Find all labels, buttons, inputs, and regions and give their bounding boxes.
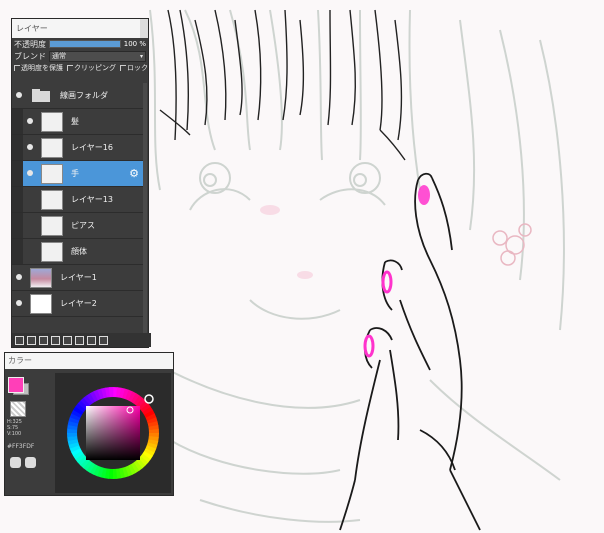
folder-indent bbox=[12, 109, 23, 134]
new-folder-icon[interactable] bbox=[63, 335, 72, 345]
folder-indent bbox=[12, 187, 23, 212]
layer-row-selected[interactable]: 手 ⚙ bbox=[12, 161, 143, 187]
layer-thumbnail bbox=[41, 111, 63, 132]
gear-icon[interactable]: ⚙ bbox=[129, 167, 139, 180]
visibility-toggle[interactable] bbox=[12, 299, 26, 308]
visibility-toggle[interactable] bbox=[23, 117, 37, 126]
eye-icon bbox=[16, 274, 22, 280]
layer-name: ピアス bbox=[71, 221, 95, 230]
blend-label: ブレンド bbox=[14, 51, 46, 61]
folder-indent bbox=[12, 239, 23, 264]
layer-thumbnail bbox=[41, 241, 63, 262]
visibility-toggle[interactable] bbox=[12, 273, 26, 282]
opacity-slider-fill bbox=[50, 41, 120, 47]
eye-icon bbox=[27, 144, 33, 150]
opacity-label: 不透明度 bbox=[14, 39, 46, 49]
eye-icon bbox=[27, 118, 33, 124]
layer-thumbnail bbox=[41, 163, 63, 184]
layer-name: 顔体 bbox=[71, 247, 87, 256]
opacity-value: 100 % bbox=[123, 40, 146, 48]
new-layer-icon[interactable] bbox=[15, 335, 24, 345]
layer-thumbnail bbox=[41, 215, 63, 236]
transparent-color-swatch[interactable] bbox=[10, 401, 26, 417]
layer-row[interactable]: 髪 bbox=[12, 109, 143, 135]
panel-title-tab[interactable] bbox=[140, 19, 148, 38]
layer-row[interactable]: 顔体 bbox=[12, 239, 143, 265]
layer-name: 髪 bbox=[71, 117, 79, 126]
layer-name: レイヤー16 bbox=[71, 143, 113, 152]
hsv-readout: H:325 S:75 V:100 bbox=[7, 419, 22, 437]
visibility-toggle[interactable] bbox=[23, 169, 37, 178]
checkbox-icon bbox=[67, 65, 73, 71]
eye-icon bbox=[16, 92, 22, 98]
visibility-toggle[interactable] bbox=[23, 143, 37, 152]
folder-indent bbox=[12, 161, 23, 186]
delete-layer-icon[interactable] bbox=[99, 335, 108, 345]
layer-row[interactable]: ピアス bbox=[12, 213, 143, 239]
protect-alpha-label: 透明度を保護 bbox=[21, 64, 63, 72]
layer-toolbar bbox=[12, 333, 151, 347]
blend-row: ブレンド 通常 ▾ bbox=[12, 50, 148, 62]
duplicate-icon[interactable] bbox=[75, 335, 84, 345]
visibility-toggle[interactable] bbox=[12, 91, 26, 100]
lock-checkbox[interactable]: ロック bbox=[120, 63, 148, 73]
clipping-checkbox[interactable]: クリッピング bbox=[67, 63, 116, 73]
layer-thumbnail bbox=[30, 267, 52, 288]
layer-name: レイヤー2 bbox=[60, 299, 97, 308]
layer-options-row: 透明度を保護 クリッピング ロック bbox=[12, 62, 148, 74]
color-panel-title[interactable]: カラー bbox=[5, 353, 173, 369]
opacity-slider[interactable] bbox=[49, 40, 121, 48]
new-layer-copy-icon[interactable] bbox=[27, 335, 36, 345]
opacity-row: 不透明度 100 % bbox=[12, 38, 148, 50]
layer-list: 線画フォルダ 髪 レイヤー16 手 ⚙ レイヤー13 ピアス 顔体 レイヤー1 … bbox=[12, 83, 148, 339]
folder-indent bbox=[12, 135, 23, 160]
checkbox-icon bbox=[120, 65, 126, 71]
lock-label: ロック bbox=[127, 64, 148, 72]
blend-mode-value: 通常 bbox=[52, 51, 66, 60]
palette-icon[interactable] bbox=[10, 457, 21, 468]
color-options-icon[interactable] bbox=[25, 457, 36, 468]
checkbox-icon bbox=[14, 65, 20, 71]
clipping-label: クリッピング bbox=[74, 64, 116, 72]
new-8bit-layer-icon[interactable] bbox=[39, 335, 48, 345]
blend-mode-select[interactable]: 通常 ▾ bbox=[49, 50, 146, 62]
layer-thumbnail bbox=[41, 189, 63, 210]
hue-cursor[interactable] bbox=[144, 394, 154, 404]
layer-panel-title[interactable]: レイヤー bbox=[12, 19, 148, 38]
layer-panel-title-text: レイヤー bbox=[16, 24, 48, 33]
foreground-color-swatch[interactable] bbox=[8, 377, 24, 393]
layer-list-scrollbar[interactable] bbox=[143, 83, 147, 337]
color-wheel[interactable] bbox=[55, 373, 171, 493]
layer-row[interactable]: レイヤー16 bbox=[12, 135, 143, 161]
layer-row[interactable]: レイヤー13 bbox=[12, 187, 143, 213]
layer-thumbnail bbox=[41, 137, 63, 158]
layer-name: 手 bbox=[71, 169, 79, 178]
folder-indent bbox=[12, 213, 23, 238]
layer-row[interactable]: レイヤー1 bbox=[12, 265, 143, 291]
layer-name: レイヤー13 bbox=[71, 195, 113, 204]
eye-icon bbox=[27, 170, 33, 176]
folder-icon bbox=[30, 86, 52, 106]
merge-down-icon[interactable] bbox=[51, 335, 60, 345]
layer-panel: レイヤー 不透明度 100 % ブレンド 通常 ▾ 透明度を保護 クリッピング … bbox=[11, 18, 151, 348]
layer-settings-icon[interactable] bbox=[87, 335, 96, 345]
layer-row-folder[interactable]: 線画フォルダ bbox=[12, 83, 143, 109]
chevron-down-icon: ▾ bbox=[139, 52, 143, 60]
color-panel: カラー H:325 S:75 V:100 #FF3FDF bbox=[4, 352, 174, 496]
eye-icon bbox=[16, 300, 22, 306]
hex-readout: #FF3FDF bbox=[7, 443, 35, 450]
layer-name: 線画フォルダ bbox=[60, 91, 108, 100]
protect-alpha-checkbox[interactable]: 透明度を保護 bbox=[14, 63, 63, 73]
layer-name: レイヤー1 bbox=[60, 273, 97, 282]
layer-thumbnail bbox=[30, 293, 52, 314]
layer-row[interactable]: レイヤー2 bbox=[12, 291, 143, 317]
